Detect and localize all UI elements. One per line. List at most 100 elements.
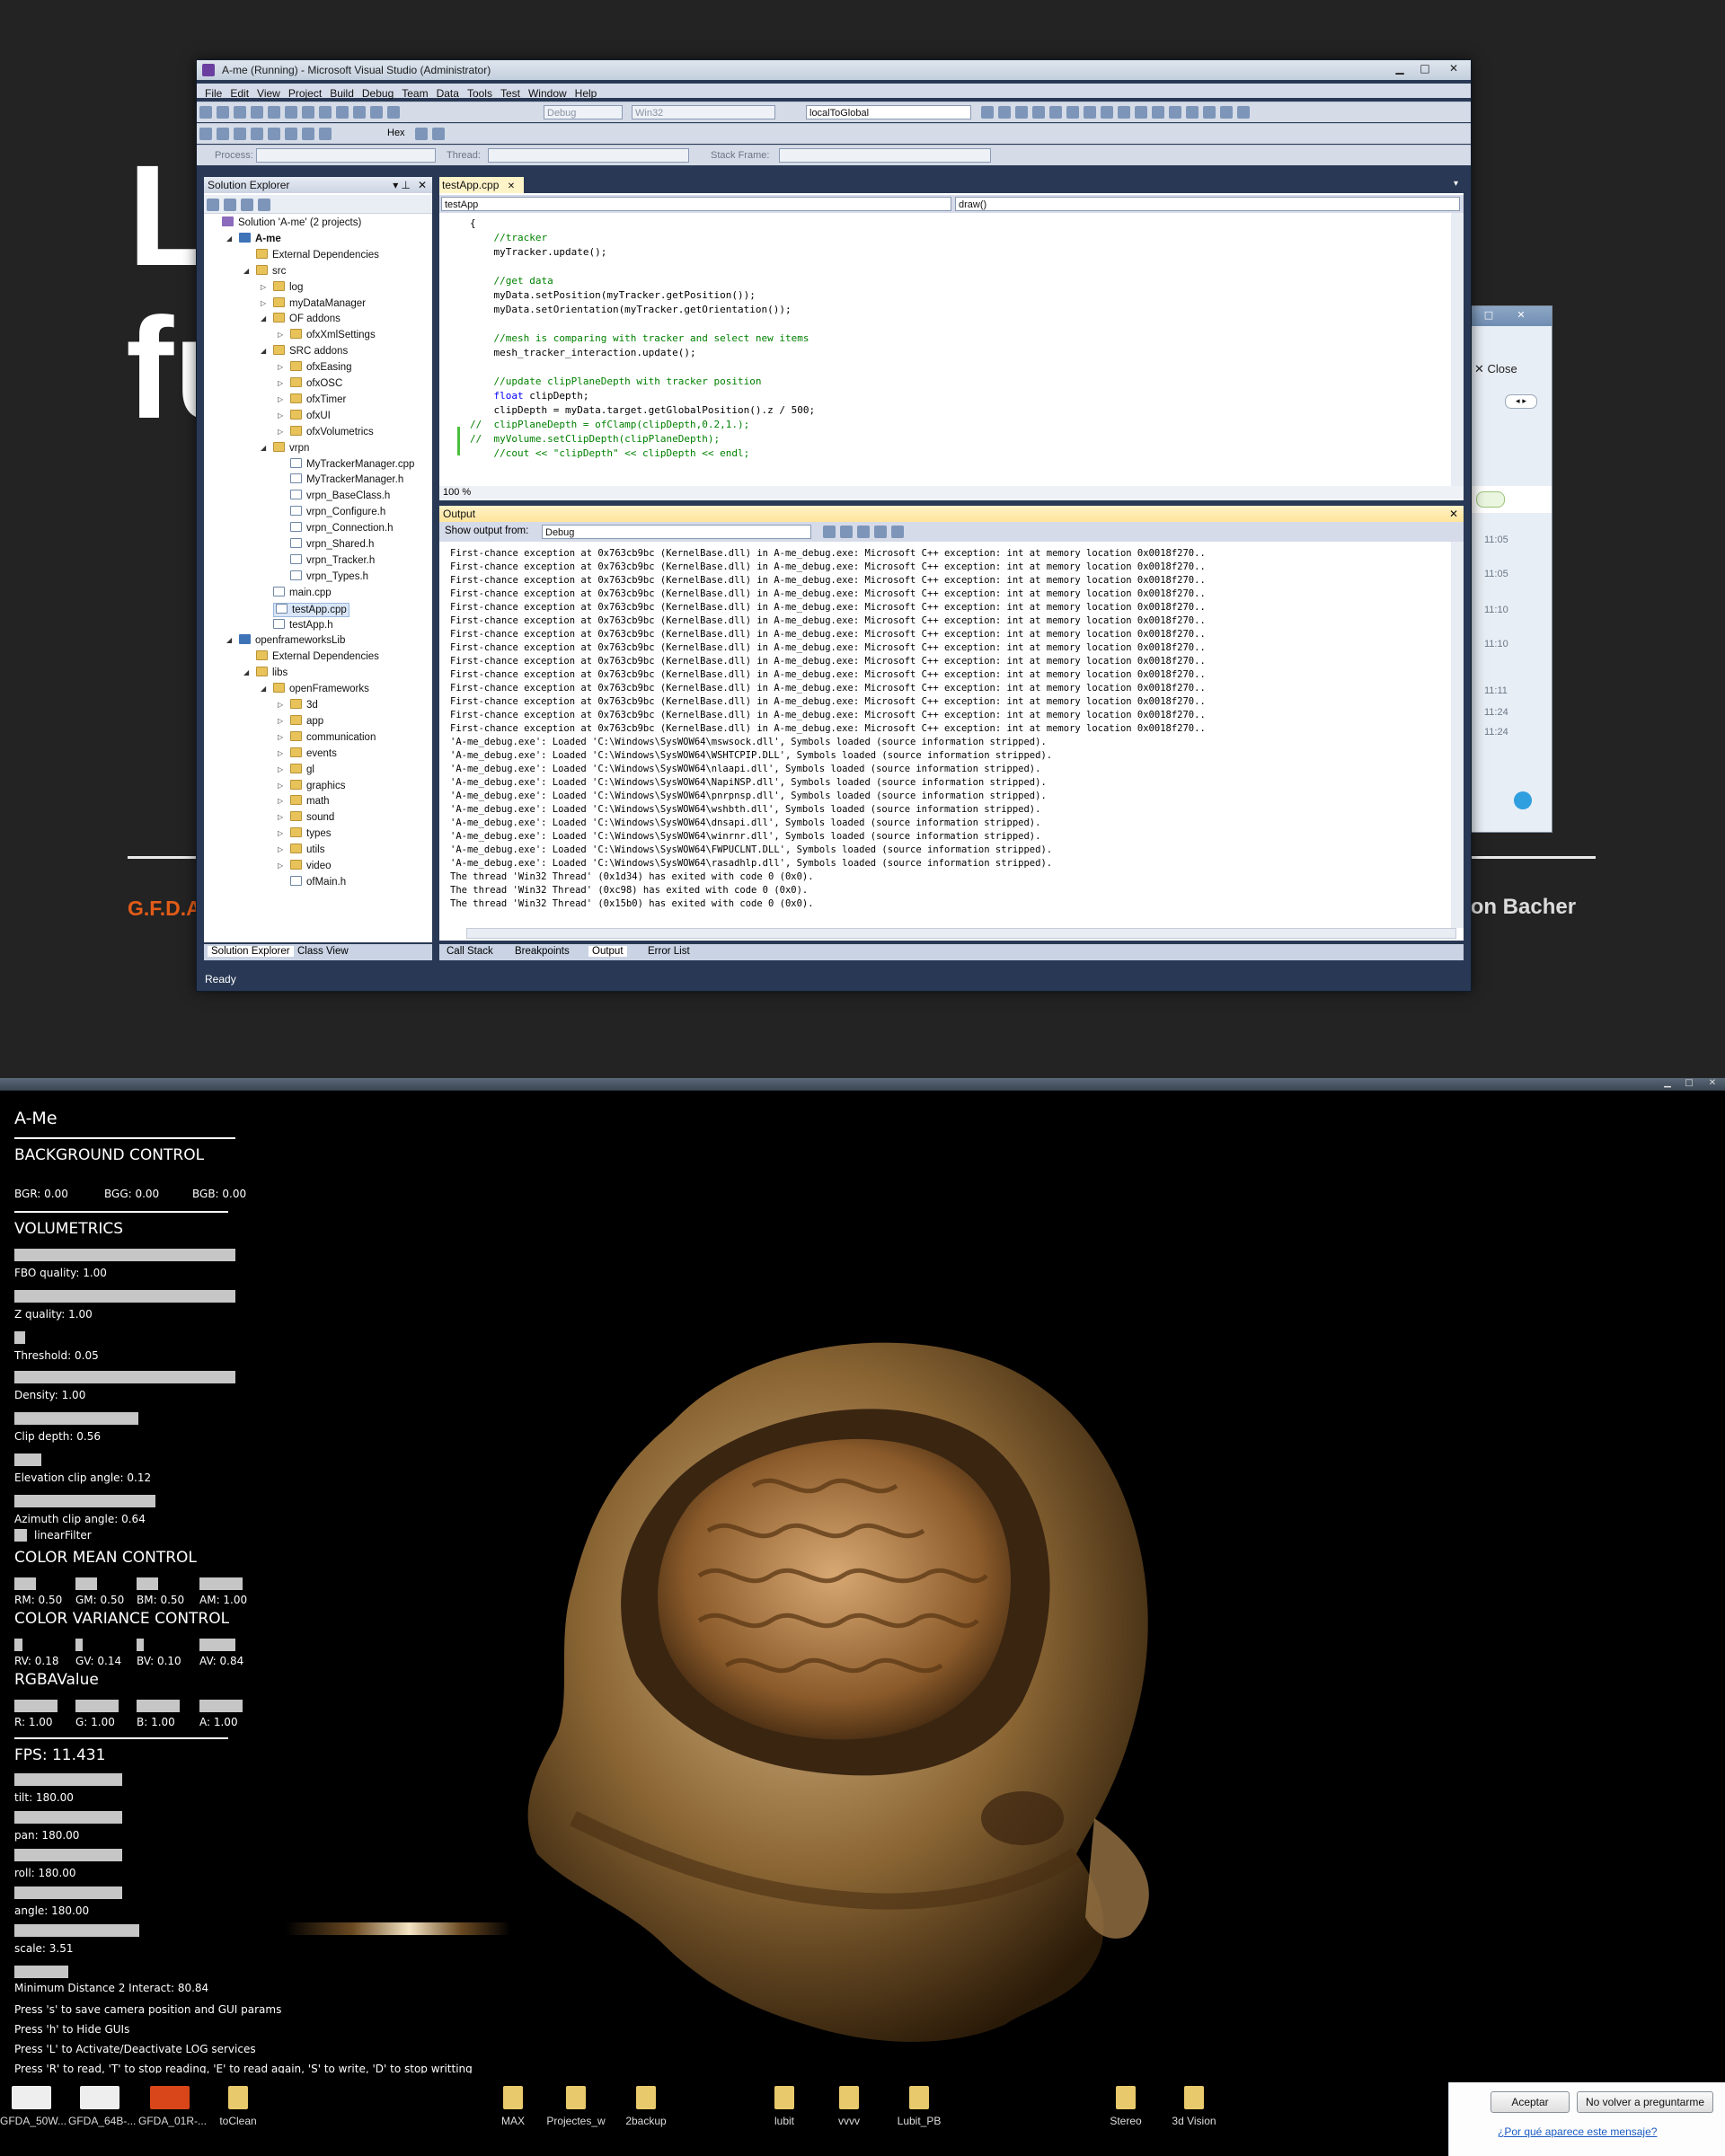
slider-fill[interactable] bbox=[137, 1700, 180, 1712]
open-icon[interactable] bbox=[234, 106, 246, 119]
cut-icon[interactable] bbox=[285, 106, 297, 119]
navigate-back-icon[interactable] bbox=[370, 106, 383, 119]
hex-toggle[interactable]: Hex bbox=[387, 128, 405, 138]
tree-item[interactable]: External Dependencies bbox=[256, 248, 379, 261]
expand-toggle-icon[interactable]: ◢ bbox=[226, 233, 232, 245]
prev-message-icon[interactable] bbox=[840, 526, 853, 538]
tree-item[interactable]: ofMain.h bbox=[290, 875, 346, 888]
save-all-icon[interactable] bbox=[268, 106, 280, 119]
taskbar-item[interactable]: GFDA_64B-... bbox=[68, 2086, 136, 2127]
tree-item[interactable]: Solution 'A-me' (2 projects) bbox=[222, 216, 361, 229]
menu-view[interactable]: View bbox=[257, 86, 280, 101]
slider-fill[interactable] bbox=[75, 1639, 83, 1651]
expand-toggle-icon[interactable]: ◢ bbox=[243, 667, 249, 679]
menu-team[interactable]: Team bbox=[402, 86, 428, 101]
expand-toggle-icon[interactable]: ◢ bbox=[261, 683, 266, 695]
indent-icon[interactable] bbox=[1152, 106, 1164, 119]
paste-icon[interactable] bbox=[319, 106, 332, 119]
slider-fill[interactable] bbox=[137, 1577, 158, 1590]
close-icon[interactable]: ✕ bbox=[1440, 60, 1467, 76]
menu-tools[interactable]: Tools bbox=[467, 86, 492, 101]
tree-item[interactable]: ▷ 3d bbox=[278, 699, 318, 711]
next-message-icon[interactable] bbox=[857, 526, 870, 538]
taskbar-item[interactable]: MAX bbox=[482, 2086, 544, 2127]
taskbar-item[interactable]: Lubit_PB bbox=[888, 2086, 951, 2127]
tree-item[interactable]: vrpn_BaseClass.h bbox=[290, 490, 390, 502]
volume-render-head[interactable] bbox=[519, 1315, 1184, 2052]
taskbar-item[interactable]: Stereo bbox=[1094, 2086, 1157, 2127]
tree-item[interactable]: ▷ math bbox=[278, 795, 330, 808]
minimize-icon[interactable]: ▁ bbox=[1386, 60, 1413, 76]
expand-toggle-icon[interactable]: ◢ bbox=[261, 442, 266, 455]
skype-icon[interactable] bbox=[1514, 791, 1532, 809]
slider-fill[interactable] bbox=[14, 1249, 235, 1261]
start-icon[interactable] bbox=[387, 106, 400, 119]
expand-toggle-icon[interactable]: ▷ bbox=[278, 860, 283, 872]
menu-edit[interactable]: Edit bbox=[230, 86, 249, 101]
expand-toggle-icon[interactable]: ▷ bbox=[278, 827, 283, 840]
find-in-files-icon[interactable] bbox=[981, 106, 994, 119]
word-wrap-icon[interactable] bbox=[891, 526, 904, 538]
menu-help[interactable]: Help bbox=[575, 86, 597, 101]
comment-icon[interactable] bbox=[1118, 106, 1130, 119]
config-select[interactable]: Debug bbox=[544, 105, 623, 119]
expand-toggle-icon[interactable]: ▷ bbox=[278, 393, 283, 406]
menu-window[interactable]: Window bbox=[528, 86, 567, 101]
threads-icon[interactable] bbox=[432, 128, 445, 140]
maximize-icon[interactable]: □ bbox=[1411, 60, 1438, 76]
slider-fill[interactable] bbox=[14, 1495, 155, 1507]
chat-nav-arrows[interactable]: ◂ ▸ bbox=[1505, 394, 1537, 409]
close-icon[interactable]: ✕ bbox=[1510, 309, 1532, 323]
expand-toggle-icon[interactable]: ▷ bbox=[278, 844, 283, 856]
member-select[interactable]: draw() bbox=[955, 197, 1460, 211]
slider-fill[interactable] bbox=[14, 1886, 122, 1899]
code-text[interactable]: { //tracker myTracker.update(); //get da… bbox=[470, 216, 815, 461]
slider-fill[interactable] bbox=[14, 1773, 122, 1786]
tree-item[interactable]: ◢ SRC addons bbox=[261, 345, 348, 358]
menu-test[interactable]: Test bbox=[500, 86, 520, 101]
tab-menu-icon[interactable]: ▾ bbox=[1454, 179, 1458, 189]
tree-item[interactable]: MyTrackerManager.cpp bbox=[290, 457, 414, 471]
tree-item[interactable]: ◢ vrpn bbox=[261, 441, 309, 455]
tree-item[interactable]: ▷ myDataManager bbox=[261, 296, 366, 310]
expand-toggle-icon[interactable]: ▷ bbox=[278, 795, 283, 808]
maximize-icon[interactable]: □ bbox=[1478, 309, 1499, 323]
taskbar-item[interactable]: toClean bbox=[207, 2086, 270, 2127]
stack-frame-select[interactable] bbox=[779, 148, 991, 163]
outdent-icon[interactable] bbox=[1169, 106, 1181, 119]
tree-item[interactable]: ▷ communication bbox=[278, 730, 376, 744]
tree-item[interactable]: vrpn_Types.h bbox=[290, 570, 368, 583]
slider-fill[interactable] bbox=[14, 1966, 68, 1978]
tree-item[interactable]: ▷ events bbox=[278, 747, 337, 760]
taskbar-item[interactable]: GFDA_01R-... bbox=[138, 2086, 207, 2127]
properties-icon[interactable] bbox=[207, 199, 219, 211]
tree-item[interactable]: ◢ openFrameworks bbox=[261, 683, 369, 695]
taskbar-item[interactable]: GFDA_50W... bbox=[0, 2086, 66, 2127]
platform-select[interactable]: Win32 bbox=[632, 105, 775, 119]
tree-item[interactable]: ◢ A-me bbox=[226, 232, 281, 245]
close-icon[interactable]: ✕ bbox=[1702, 1078, 1723, 1089]
tree-item[interactable]: ▷ ofxOSC bbox=[278, 377, 342, 390]
prev-bookmark-icon[interactable] bbox=[1220, 106, 1233, 119]
redo-icon[interactable] bbox=[353, 106, 366, 119]
tab-call-stack[interactable]: Call Stack bbox=[447, 946, 493, 957]
pin-icon[interactable]: ▾ ⊥ bbox=[389, 177, 411, 193]
slider-fill[interactable] bbox=[14, 1924, 139, 1937]
slider-fill[interactable] bbox=[14, 1639, 22, 1651]
linear-filter-checkbox[interactable] bbox=[14, 1529, 27, 1542]
editor-scrollbar[interactable] bbox=[1451, 213, 1464, 486]
slider-fill[interactable] bbox=[14, 1290, 235, 1303]
expand-toggle-icon[interactable]: ◢ bbox=[226, 634, 232, 647]
tab-output[interactable]: Output bbox=[588, 946, 627, 957]
tree-item[interactable]: vrpn_Tracker.h bbox=[290, 553, 375, 567]
properties-icon[interactable] bbox=[1015, 106, 1028, 119]
slider-fill[interactable] bbox=[14, 1412, 138, 1425]
break-all-icon[interactable] bbox=[217, 128, 229, 140]
close-icon[interactable]: ✕ bbox=[414, 177, 427, 193]
tree-item[interactable]: MyTrackerManager.h bbox=[290, 473, 403, 486]
process-select[interactable] bbox=[256, 148, 436, 163]
bgr-value[interactable]: BGR: 0.00 bbox=[14, 1188, 68, 1200]
maximize-icon[interactable]: □ bbox=[1678, 1078, 1700, 1089]
zoom-level[interactable]: 100 % bbox=[443, 487, 471, 498]
menu-project[interactable]: Project bbox=[288, 86, 322, 101]
